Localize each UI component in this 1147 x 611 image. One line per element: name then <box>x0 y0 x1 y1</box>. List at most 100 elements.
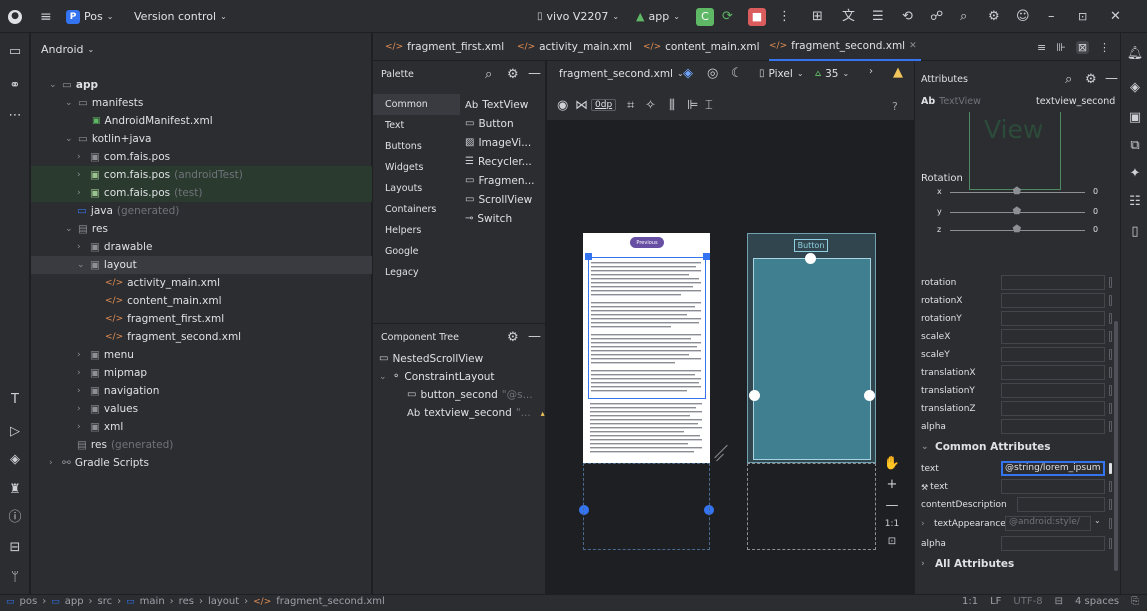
palette-item-button[interactable]: ▭ Button <box>465 115 514 133</box>
code-view-icon[interactable]: ≡ <box>1037 42 1046 53</box>
search-icon[interactable]: ⌕ <box>960 0 967 33</box>
strings-icon[interactable]: ☰ <box>872 0 884 33</box>
ai-assistant-icon[interactable]: ✦ <box>1127 165 1143 181</box>
file-selector[interactable]: fragment_second.xml ⌄ <box>559 68 684 80</box>
resize-handle[interactable] <box>585 253 592 260</box>
chevron-right-icon[interactable]: › <box>869 67 873 77</box>
indent-setting[interactable]: 4 spaces <box>1075 596 1119 607</box>
tree-item-res-generated[interactable]: ▤ res (generated) <box>31 436 372 454</box>
attr-pin-icon[interactable] <box>1109 403 1112 414</box>
palette-cat-layouts[interactable]: Layouts <box>373 178 460 199</box>
breadcrumb-item[interactable]: fragment_second.xml <box>276 596 385 607</box>
slider-thumb[interactable]: ⬟ <box>1013 206 1022 217</box>
tree-item-drawable[interactable]: › ▣ drawable <box>31 238 372 256</box>
preview-previous-button[interactable]: Previous <box>630 237 664 248</box>
attr-pin-icon[interactable] <box>1109 367 1112 378</box>
breadcrumb-item[interactable]: layout <box>208 596 239 607</box>
layout-inspector-icon[interactable]: ⊞ <box>812 0 823 33</box>
device-preview-selector[interactable]: ▯ Pixel ⌄ <box>759 68 804 80</box>
attr-pin-icon[interactable] <box>1109 421 1112 432</box>
notifications-icon[interactable]: 🔔︎ <box>1127 45 1144 61</box>
lock-icon[interactable]: ⎘ <box>1131 596 1139 607</box>
orientation-icon[interactable]: ◎ <box>707 67 718 80</box>
close-icon[interactable]: ✕ <box>1110 0 1121 33</box>
minimize-panel-icon[interactable]: — <box>528 67 541 80</box>
tab-fragment-first[interactable]: </> fragment_first.xml <box>385 33 504 61</box>
device-explorer-icon[interactable]: ▯ <box>1127 223 1143 239</box>
zoom-in-icon[interactable]: + <box>887 478 898 491</box>
sync-icon[interactable]: ⟲ <box>902 0 913 33</box>
tab-activity-main[interactable]: </> activity_main.xml <box>517 33 632 61</box>
gemini-icon[interactable]: ◈ <box>1127 79 1143 95</box>
rerun-button[interactable]: C <box>696 0 714 33</box>
constraint-anchor[interactable] <box>805 253 816 264</box>
tree-item-java-generated[interactable]: ▭ java (generated) <box>31 202 372 220</box>
project-tool-icon[interactable]: ▭ <box>7 43 23 59</box>
settings-icon[interactable]: ⚙ <box>988 0 1000 33</box>
attr-input[interactable] <box>1001 536 1105 551</box>
attributes-scrollbar[interactable] <box>1114 321 1118 571</box>
design-view-icon[interactable]: ⊠ <box>1075 40 1090 54</box>
chevron-down-icon[interactable]: ⌄ <box>1094 517 1101 525</box>
readonly-icon[interactable]: ⊟ <box>1055 596 1063 607</box>
attr-input[interactable] <box>1001 365 1105 380</box>
palette-cat-buttons[interactable]: Buttons <box>373 136 460 157</box>
attr-input[interactable] <box>1001 401 1105 416</box>
infer-constraints-icon[interactable]: ✧ <box>645 99 656 112</box>
tree-item-activity-main[interactable]: </> activity_main.xml <box>31 274 372 292</box>
tree-item-menu[interactable]: › ▣ menu <box>31 346 372 364</box>
vcs-selector[interactable]: Version control ⌄ <box>134 0 227 33</box>
terminal-icon[interactable]: ⊟ <box>7 539 23 555</box>
run-config-selector[interactable]: ▲ app ⌄ <box>636 0 680 33</box>
tree-item-app[interactable]: ⌄ ▭ app <box>31 76 372 94</box>
running-devices-icon[interactable]: ⧉ <box>1127 137 1143 153</box>
more-options-icon[interactable]: ⋮ <box>1099 42 1110 53</box>
preview-textview-selection[interactable] <box>588 257 706 399</box>
tree-item-package[interactable]: › ▣ com.fais.pos <box>31 148 372 166</box>
palette-cat-legacy[interactable]: Legacy <box>373 262 460 283</box>
commit-tool-icon[interactable]: ⚭ <box>7 77 23 93</box>
attr-input[interactable] <box>1001 419 1105 434</box>
attr-pin-icon[interactable] <box>1109 499 1112 510</box>
account-icon[interactable]: ☺ <box>1016 0 1030 33</box>
minimize-panel-icon[interactable]: — <box>1105 72 1118 85</box>
constraint-anchor[interactable] <box>864 390 875 401</box>
palette-item-switch[interactable]: ⊸ Switch <box>465 210 512 228</box>
attr-input[interactable] <box>1001 347 1105 362</box>
search-icon[interactable]: ⌕ <box>485 68 492 81</box>
warning-icon[interactable]: ▲ <box>893 66 903 79</box>
align-icon[interactable]: ⊫ <box>687 99 698 112</box>
design-surface-icon[interactable]: ◈ <box>683 67 693 80</box>
slider-thumb[interactable]: ⬟ <box>1013 186 1022 197</box>
zoom-fit-icon[interactable]: ⊡ <box>888 537 896 547</box>
tree-item-navigation[interactable]: › ▣ navigation <box>31 382 372 400</box>
attr-input[interactable] <box>1001 311 1105 326</box>
device-selector[interactable]: ▯ vivo V2207 ⌄ <box>537 0 619 33</box>
gear-icon[interactable]: ⚙ <box>1085 73 1097 86</box>
palette-cat-common[interactable]: Common <box>373 94 460 115</box>
tree-item-xml[interactable]: › ▣ xml <box>31 418 372 436</box>
tree-item-content-main[interactable]: </> content_main.xml <box>31 292 372 310</box>
attr-input[interactable] <box>1001 383 1105 398</box>
attr-pin-icon[interactable] <box>1109 349 1112 360</box>
slider-thumb[interactable]: ⬟ <box>1013 224 1022 235</box>
code-with-me-icon[interactable]: ☍ <box>930 0 943 33</box>
attr-pin-icon[interactable] <box>1109 331 1112 342</box>
tree-item-manifests[interactable]: ⌄ ▭ manifests <box>31 94 372 112</box>
view-options-icon[interactable]: ◉ <box>557 99 568 112</box>
tree-item-values[interactable]: › ▣ values <box>31 400 372 418</box>
ct-item-constraint-layout[interactable]: ⌄ ⚬ ConstraintLayout <box>373 368 546 386</box>
breadcrumb-item[interactable]: src <box>98 596 113 607</box>
constraint-anchor[interactable] <box>749 390 760 401</box>
minimize-panel-icon[interactable]: — <box>528 330 541 343</box>
attr-input[interactable] <box>1001 479 1105 494</box>
device-manager-icon[interactable]: ▣ <box>1127 109 1143 125</box>
attr-pin-icon[interactable] <box>1109 481 1112 492</box>
tree-item-res[interactable]: ⌄ ▤ res <box>31 220 372 238</box>
run-tool-icon[interactable]: ▷ <box>7 423 23 439</box>
tab-content-main[interactable]: </> content_main.xml <box>643 33 760 61</box>
problems-icon[interactable]: ⓘ <box>7 509 23 525</box>
tree-item-package-android-test[interactable]: › ▣ com.fais.pos (androidTest) <box>31 166 372 184</box>
palette-cat-widgets[interactable]: Widgets <box>373 157 460 178</box>
attr-pin-icon[interactable] <box>1109 313 1112 324</box>
